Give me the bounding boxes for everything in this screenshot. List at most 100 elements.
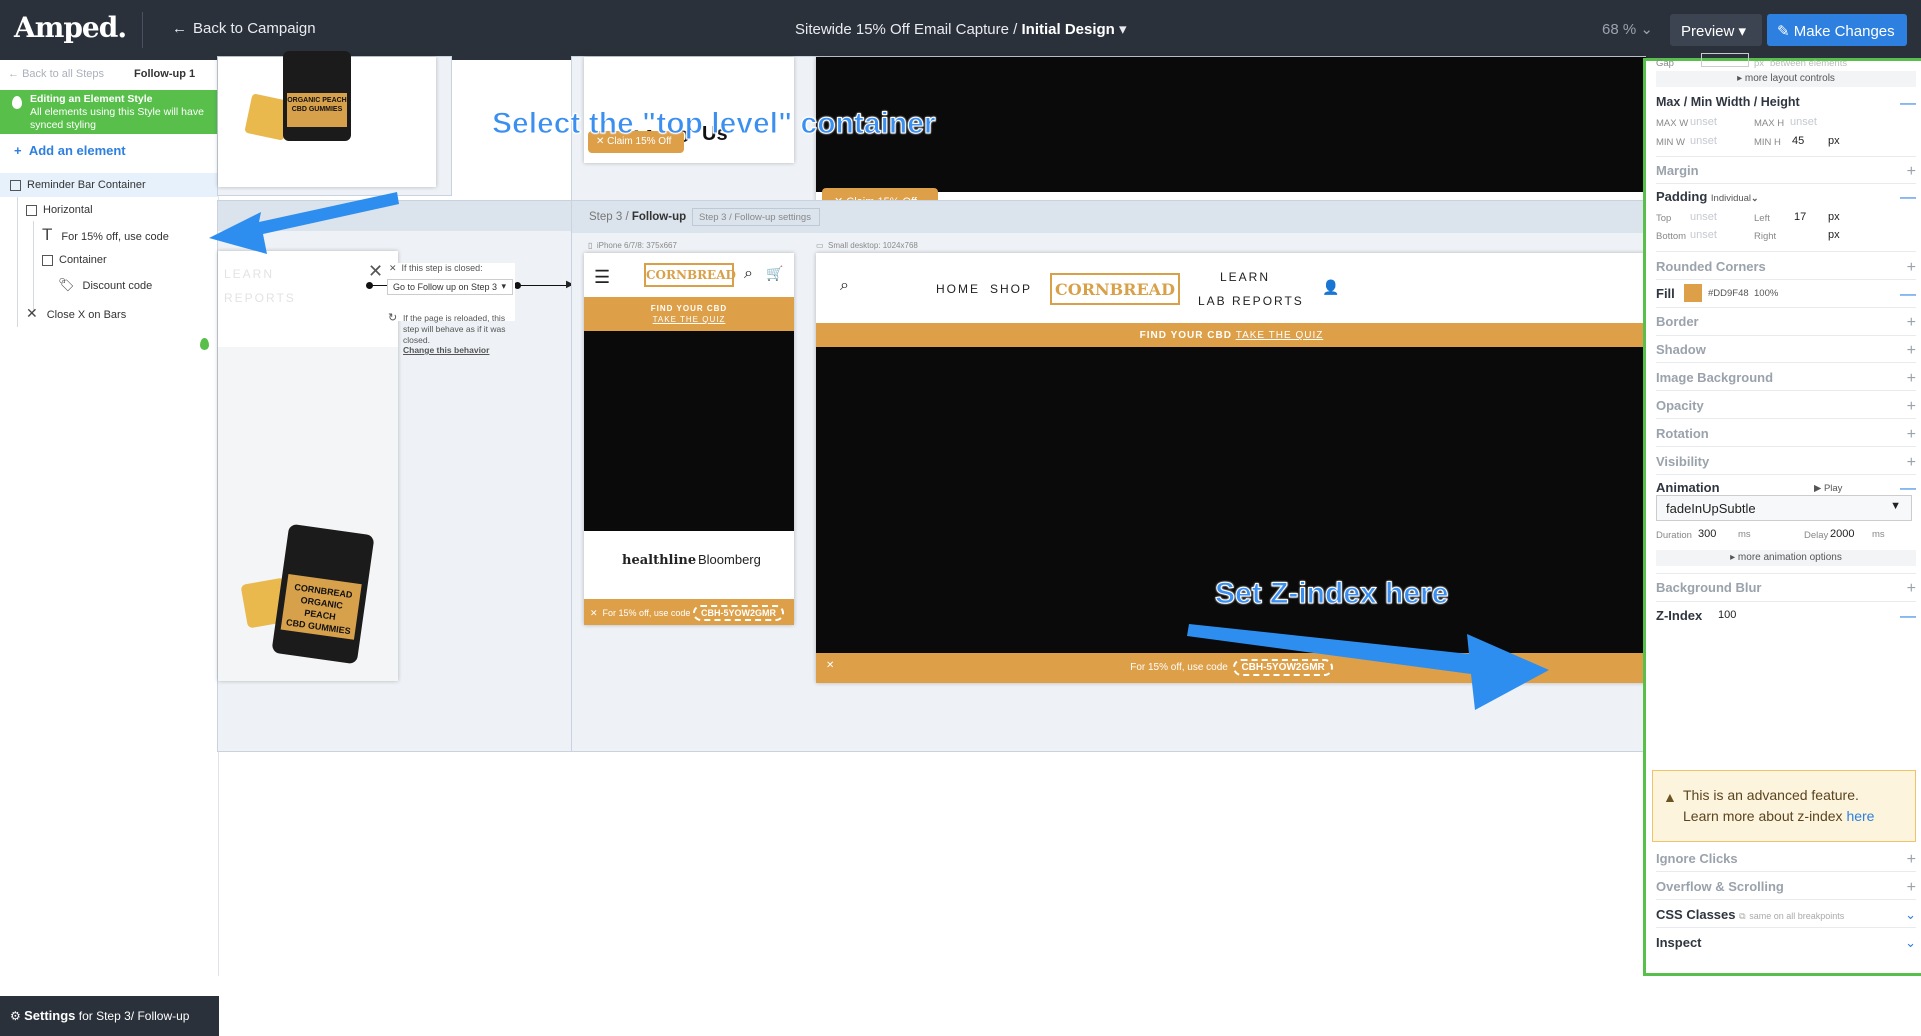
bg-blur-row[interactable]: Background Blur + xyxy=(1656,580,1916,598)
close-x-icon[interactable]: ✕ xyxy=(826,660,834,671)
fill-opacity[interactable]: 100% xyxy=(1754,288,1778,299)
delay-input[interactable]: 2000 xyxy=(1830,528,1854,540)
preview-button[interactable]: Preview ▾ xyxy=(1670,14,1762,46)
zindex-input[interactable]: 100 xyxy=(1718,609,1736,621)
tree-item-reminder-bar[interactable]: Reminder Bar Container xyxy=(10,174,146,196)
collapse-icon[interactable]: — xyxy=(1900,189,1916,207)
collapse-icon[interactable]: — xyxy=(1900,608,1916,626)
tree-label: Container xyxy=(59,254,107,266)
plus-icon[interactable]: + xyxy=(1907,851,1916,869)
animation-row[interactable]: Animation — xyxy=(1656,480,1916,497)
pad-bottom-input[interactable]: unset xyxy=(1690,229,1717,241)
take-quiz-link[interactable]: TAKE THE QUIZ xyxy=(653,315,726,324)
collapse-icon[interactable]: — xyxy=(1900,286,1916,304)
flow-dot xyxy=(366,282,373,289)
maxw-input[interactable]: unset xyxy=(1690,116,1717,128)
hamburger-icon[interactable]: ☰ xyxy=(594,267,610,288)
add-element-button[interactable]: + Add an element xyxy=(14,143,126,158)
tree-item-close-x[interactable]: ✕ Close X on Bars xyxy=(26,302,126,324)
margin-row[interactable]: Margin + xyxy=(1656,163,1916,181)
closed-action-select[interactable]: Go to Follow up on Step 3 ▾ xyxy=(387,279,513,295)
gap-input[interactable] xyxy=(1701,53,1749,67)
fill-hex[interactable]: #DD9F48 xyxy=(1708,288,1749,299)
divider xyxy=(1656,446,1916,447)
user-icon[interactable]: 👤 xyxy=(1322,279,1339,296)
more-layout-button[interactable]: ▸ more layout controls xyxy=(1656,71,1916,87)
overflow-row[interactable]: Overflow & Scrolling + xyxy=(1656,879,1916,897)
plus-icon[interactable]: + xyxy=(1907,454,1916,472)
search-icon[interactable]: ⌕ xyxy=(840,277,849,295)
image-bg-row[interactable]: Image Background + xyxy=(1656,370,1916,388)
preview-mobile[interactable]: ☰ CORNBREAD ⌕ 🛒 FIND YOUR CBD TAKE THE QU… xyxy=(584,253,794,625)
css-classes-row[interactable]: CSS Classes ⧉ same on all breakpoints ⌄ xyxy=(1656,907,1916,922)
cart-icon[interactable]: 🛒 xyxy=(766,265,783,282)
design-canvas[interactable]: ORGANIC PEACHCBD GUMMIES WebMD Us ✕ Clai… xyxy=(209,51,1647,976)
tree-item-horizontal[interactable]: Horizontal xyxy=(26,199,93,221)
search-icon[interactable]: ⌕ xyxy=(744,265,753,283)
plus-icon[interactable]: + xyxy=(1907,259,1916,277)
amped-logo[interactable]: Amped. xyxy=(14,11,127,44)
rotation-row[interactable]: Rotation + xyxy=(1656,426,1916,444)
plus-icon[interactable]: + xyxy=(1907,398,1916,416)
campaign-title-dropdown[interactable]: Sitewide 15% Off Email Capture / Initial… xyxy=(795,20,1127,38)
plus-icon[interactable]: + xyxy=(1907,426,1916,444)
visibility-row[interactable]: Visibility + xyxy=(1656,454,1916,472)
minw-input[interactable]: unset xyxy=(1690,135,1717,147)
step-settings-button[interactable]: Step 3 / Follow-up settings xyxy=(692,208,820,226)
nav-learn[interactable]: LEARN xyxy=(1220,270,1270,284)
preview-desktop[interactable]: ⌕ HOME SHOP CORNBREAD LEARN LAB REPORTS … xyxy=(816,253,1647,683)
discount-code[interactable]: CBH-5YOW2GMR xyxy=(692,605,784,621)
play-button[interactable]: ▶ Play xyxy=(1814,483,1842,494)
opacity-row[interactable]: Opacity + xyxy=(1656,398,1916,416)
fill-swatch[interactable] xyxy=(1684,284,1702,302)
shadow-row[interactable]: Shadow + xyxy=(1656,342,1916,360)
maxmin-header[interactable]: Max / Min Width / Height — xyxy=(1656,95,1916,112)
plus-icon[interactable]: + xyxy=(1907,163,1916,181)
plus-icon[interactable]: + xyxy=(1907,370,1916,388)
more-animation-button[interactable]: ▸ more animation options xyxy=(1656,550,1916,566)
plus-icon[interactable]: + xyxy=(1907,314,1916,332)
zindex-row[interactable]: Z-Index — xyxy=(1656,608,1916,626)
zoom-select[interactable]: 68 % ⌄ xyxy=(1602,20,1653,38)
border-row[interactable]: Border + xyxy=(1656,314,1916,332)
hero-video-mobile xyxy=(584,331,794,531)
maxh-input[interactable]: unset xyxy=(1790,116,1817,128)
duration-input[interactable]: 300 xyxy=(1698,528,1716,540)
inspect-row[interactable]: Inspect ⌄ xyxy=(1656,935,1916,950)
tree-item-text[interactable]: T For 15% off, use code xyxy=(42,224,169,246)
reminder-bar-mobile[interactable]: ✕ For 15% off, use code CBH-5YOW2GMR xyxy=(584,599,794,625)
plus-icon[interactable]: + xyxy=(1907,342,1916,360)
tree-item-discount-code[interactable]: 🏷 Discount code xyxy=(58,274,152,296)
animation-select[interactable]: fadeInUpSubtle ▼ xyxy=(1656,495,1912,521)
plus-icon[interactable]: + xyxy=(1907,580,1916,598)
pad-top-input[interactable]: unset xyxy=(1690,211,1717,223)
nav-lab-reports[interactable]: LAB REPORTS xyxy=(1198,294,1304,308)
pad-left-input[interactable]: 17 xyxy=(1794,211,1806,223)
nav-shop[interactable]: SHOP xyxy=(990,282,1032,296)
jar-image: CORNBREAD ORGANIC PEACH CBD GUMMIES xyxy=(271,523,375,665)
style-title: Editing an Element Style xyxy=(30,93,153,105)
tree-item-container[interactable]: Container xyxy=(42,249,107,271)
take-quiz-link[interactable]: TAKE THE QUIZ xyxy=(1236,330,1324,341)
collapse-icon[interactable]: — xyxy=(1900,95,1916,113)
nav-home[interactable]: HOME xyxy=(936,282,980,296)
zindex-docs-link[interactable]: here xyxy=(1846,808,1874,824)
change-behavior-link[interactable]: Change this behavior xyxy=(403,345,489,355)
ignore-clicks-row[interactable]: Ignore Clicks + xyxy=(1656,851,1916,869)
step-settings-button[interactable]: ⚙ Settings for Step 3/ Follow-up xyxy=(0,996,219,1036)
promo-bar-mobile: FIND YOUR CBD TAKE THE QUIZ xyxy=(584,297,794,331)
step-name: Follow-up 1 xyxy=(134,68,196,80)
duration-unit: ms xyxy=(1738,529,1751,540)
back-to-steps-link[interactable]: ← Back to all Steps xyxy=(8,68,104,80)
plus-icon[interactable]: + xyxy=(1907,879,1916,897)
play-label: Play xyxy=(1823,483,1843,494)
minh-input[interactable]: 45 xyxy=(1792,135,1804,147)
make-changes-button[interactable]: ✎ Make Changes xyxy=(1767,14,1907,46)
back-to-campaign-link[interactable]: ← Back to Campaign xyxy=(172,20,316,37)
padding-mode[interactable]: Individual xyxy=(1711,193,1751,204)
rounded-corners-row[interactable]: Rounded Corners + xyxy=(1656,259,1916,277)
chevron-down-icon[interactable]: ⌄ xyxy=(1905,935,1916,951)
chevron-down-icon[interactable]: ⌄ xyxy=(1905,907,1916,923)
brand-logo-desktop[interactable]: CORNBREAD xyxy=(1050,273,1180,305)
padding-row[interactable]: Padding Individual⌄ — xyxy=(1656,189,1916,207)
